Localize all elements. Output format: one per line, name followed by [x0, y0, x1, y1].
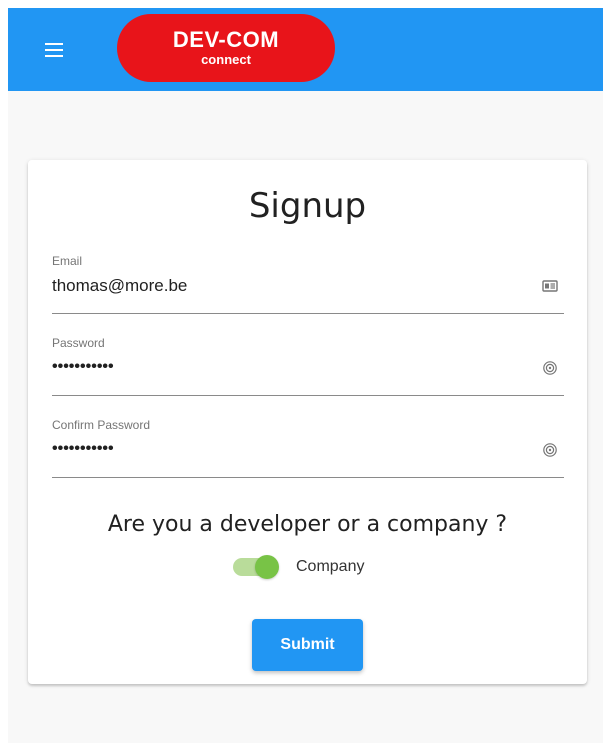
account-type-question: Are you a developer or a company ? [107, 512, 508, 537]
page-title: Signup [248, 186, 367, 226]
toggle-thumb[interactable] [255, 555, 279, 579]
confirm-password-label: Confirm Password [52, 418, 151, 432]
logo-subtitle: connect [201, 52, 251, 67]
logo-title: DEV-COM [172, 27, 280, 52]
fingerprint-icon[interactable] [542, 360, 558, 376]
hamburger-menu-icon[interactable] [34, 30, 74, 70]
dev-com-logo[interactable]: DEV-COM connect [117, 14, 335, 82]
signup-card: Signup Email thomas@more.be Password •••… [28, 160, 587, 684]
page-background: DEV-COM connect Signup Email thomas@more… [8, 8, 603, 743]
submit-button[interactable]: Submit [252, 619, 363, 671]
password-label: Password [52, 336, 105, 350]
password-field[interactable]: Password ••••••••••• [52, 336, 564, 396]
confirm-password-input[interactable]: ••••••••••• [52, 440, 522, 458]
email-field[interactable]: Email thomas@more.be [52, 254, 564, 314]
email-input[interactable]: thomas@more.be [52, 276, 522, 296]
confirm-password-field[interactable]: Confirm Password ••••••••••• [52, 418, 564, 478]
id-card-icon [542, 280, 558, 292]
account-type-toggle-row: Company [233, 554, 364, 580]
password-input[interactable]: ••••••••••• [52, 358, 522, 376]
account-type-toggle[interactable] [233, 555, 279, 579]
toggle-label: Company [296, 558, 365, 575]
fingerprint-icon[interactable] [542, 442, 558, 458]
email-label: Email [52, 254, 83, 268]
top-toolbar: DEV-COM connect [8, 8, 603, 91]
